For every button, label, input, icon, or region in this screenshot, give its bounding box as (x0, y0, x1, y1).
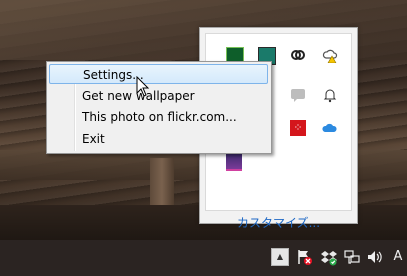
ime-indicator[interactable]: A (389, 248, 407, 266)
onedrive-icon[interactable] (322, 120, 338, 136)
context-menu: Settings... Get new wallpaper This photo… (46, 61, 272, 154)
menu-item-get-new-wallpaper[interactable]: Get new wallpaper (49, 86, 268, 106)
action-center-flag-icon[interactable] (295, 248, 313, 266)
customize-link[interactable]: カスタマイズ... (200, 214, 357, 231)
dropbox-icon[interactable] (320, 248, 338, 266)
mouse-pointer-icon (136, 75, 150, 98)
volume-icon[interactable] (366, 248, 384, 266)
acrobat-icon[interactable]: ⁘ (290, 120, 306, 136)
cloud-warning-icon[interactable] (322, 47, 338, 64)
wallpaper-app-icon[interactable] (226, 153, 242, 171)
network-icon[interactable] (343, 248, 361, 266)
show-hidden-icons-chevron[interactable]: ▲ (271, 248, 289, 266)
creative-cloud-icon[interactable] (290, 47, 306, 63)
menu-item-exit[interactable]: Exit (49, 129, 268, 149)
menu-item-photo-on-flickr[interactable]: This photo on flickr.com... (49, 107, 268, 127)
menu-item-settings[interactable]: Settings... (49, 64, 268, 84)
bell-icon[interactable] (322, 87, 338, 103)
chat-icon[interactable] (290, 87, 306, 103)
